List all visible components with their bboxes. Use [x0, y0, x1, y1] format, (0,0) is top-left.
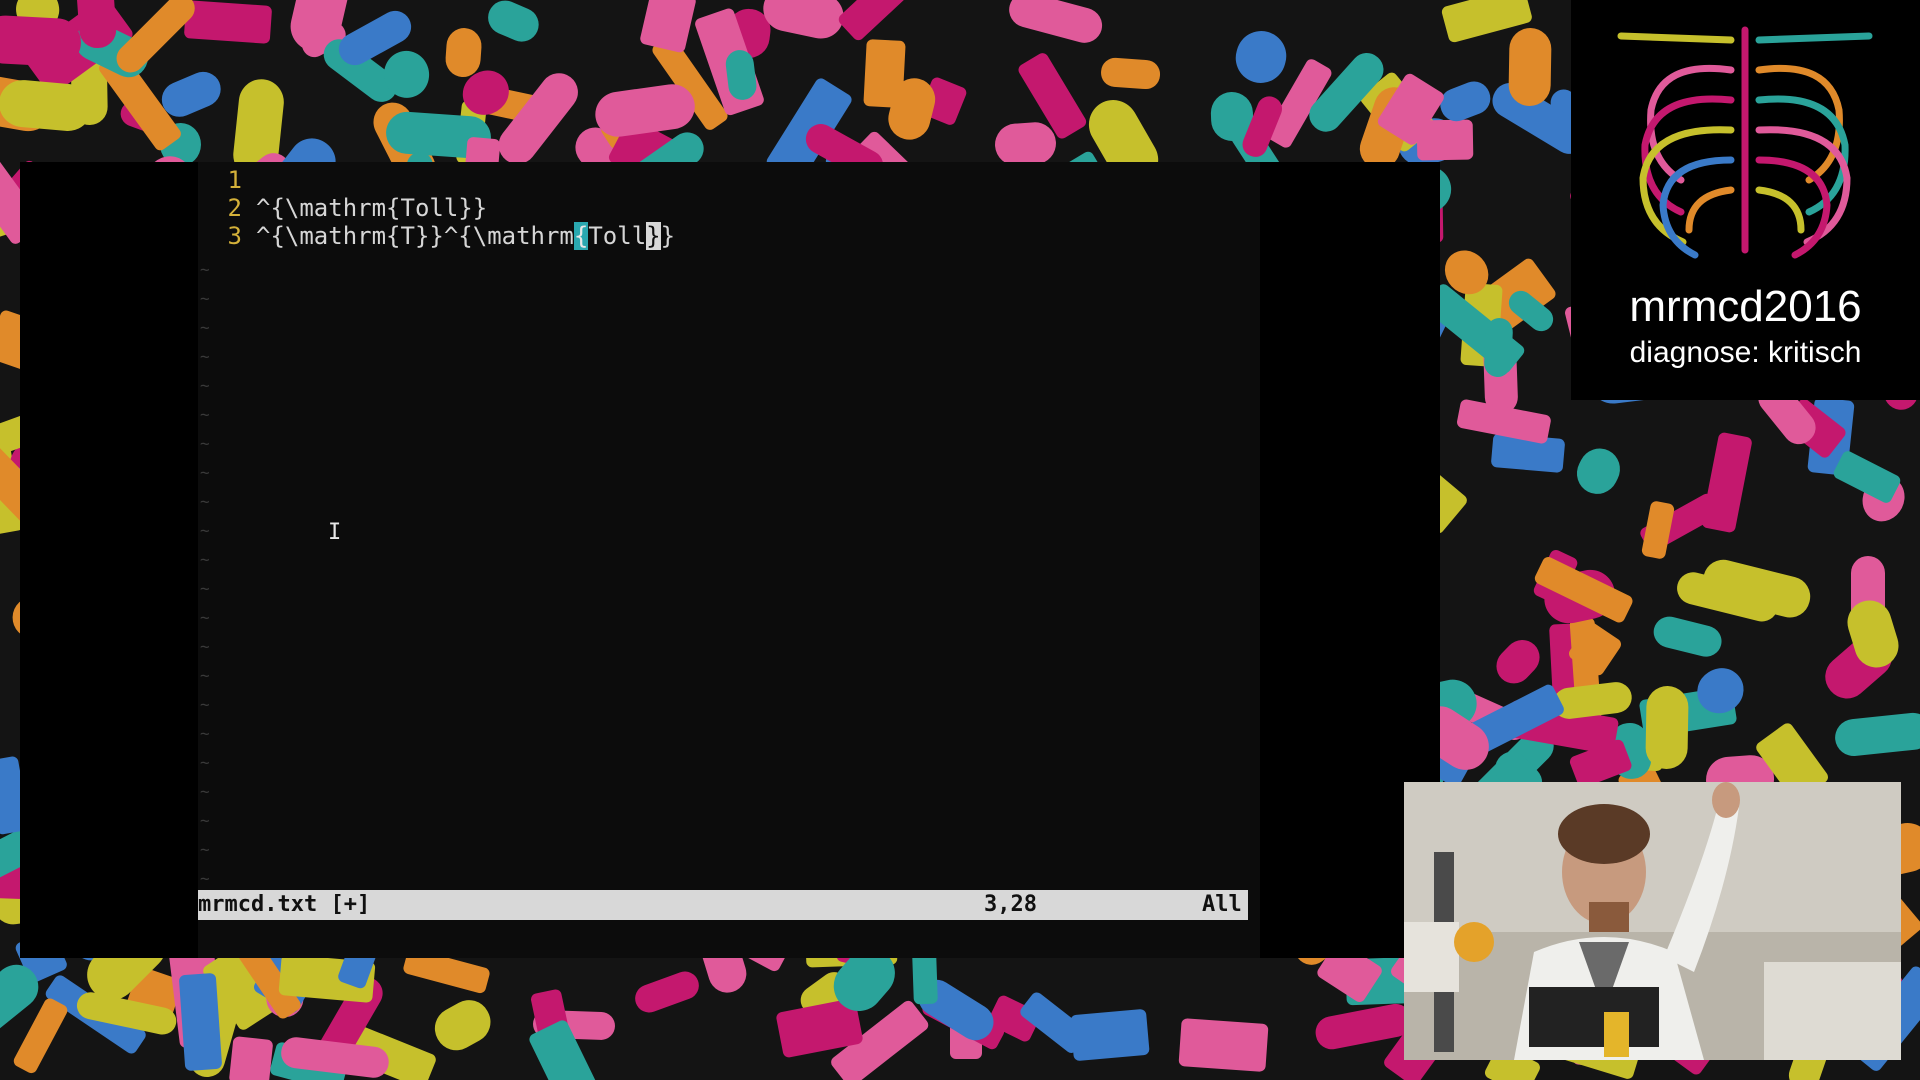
tilde-marker: ~ — [200, 753, 210, 772]
tilde-marker: ~ — [200, 289, 210, 308]
tilde-marker: ~ — [200, 637, 210, 656]
tilde-marker: ~ — [200, 579, 210, 598]
ribcage-icon — [1617, 26, 1873, 259]
event-subtitle: diagnose: kritisch — [1629, 336, 1862, 369]
tilde-marker: ~ — [200, 782, 210, 801]
tilde-marker: ~ — [200, 405, 210, 424]
editor-line-3[interactable]: 3 ^{\mathrm{T}}^{\mathrm{Toll}} — [198, 222, 675, 250]
line-text: ^{\mathrm{Toll}} — [256, 194, 488, 222]
event-title: mrmcd2016 — [1629, 282, 1862, 331]
line-text: Toll — [588, 222, 647, 250]
i-beam-icon: I — [328, 520, 342, 545]
tilde-marker: ~ — [200, 695, 210, 714]
status-cursor-position: 3,28 — [984, 892, 1037, 917]
tilde-marker: ~ — [200, 260, 210, 279]
tilde-marker: ~ — [200, 666, 210, 685]
line-number: 3 — [227, 222, 242, 250]
text-cursor[interactable]: } — [646, 222, 661, 250]
line-number: 2 — [227, 194, 242, 222]
line-text: ^{\mathrm{T}}^{\mathrm — [256, 222, 574, 250]
vim-status-line: mrmcd.txt [+] 3,28 All — [198, 890, 1248, 920]
tilde-marker: ~ — [200, 811, 210, 830]
tilde-marker: ~ — [200, 521, 210, 540]
tilde-marker: ~ — [200, 347, 210, 366]
event-logo: mrmcd2016 diagnose: kritisch — [1571, 0, 1920, 400]
tilde-marker: ~ — [200, 724, 210, 743]
tilde-marker: ~ — [200, 463, 210, 482]
tilde-marker: ~ — [200, 550, 210, 569]
tilde-marker: ~ — [200, 840, 210, 859]
matching-brace-highlight: { — [573, 222, 589, 250]
editor-line-1[interactable]: 1 — [198, 166, 256, 194]
tilde-marker: ~ — [200, 376, 210, 395]
line-number: 1 — [227, 166, 242, 194]
tilde-marker: ~ — [200, 318, 210, 337]
tilde-marker: ~ — [200, 434, 210, 453]
tilde-marker: ~ — [200, 492, 210, 511]
vim-editor[interactable]: 1 2 ^{\mathrm{Toll}} 3 ^{\mathrm{T}}^{\mat… — [198, 162, 1260, 958]
status-filename: mrmcd.txt [+] — [198, 892, 371, 917]
tilde-marker: ~ — [200, 608, 210, 627]
tilde-marker: ~ — [200, 869, 210, 888]
speaker-camera-feed — [1404, 782, 1901, 1060]
status-scroll-indicator: All — [1202, 892, 1242, 917]
editor-line-2[interactable]: 2 ^{\mathrm{Toll}} — [198, 194, 488, 222]
line-text: } — [660, 222, 676, 250]
